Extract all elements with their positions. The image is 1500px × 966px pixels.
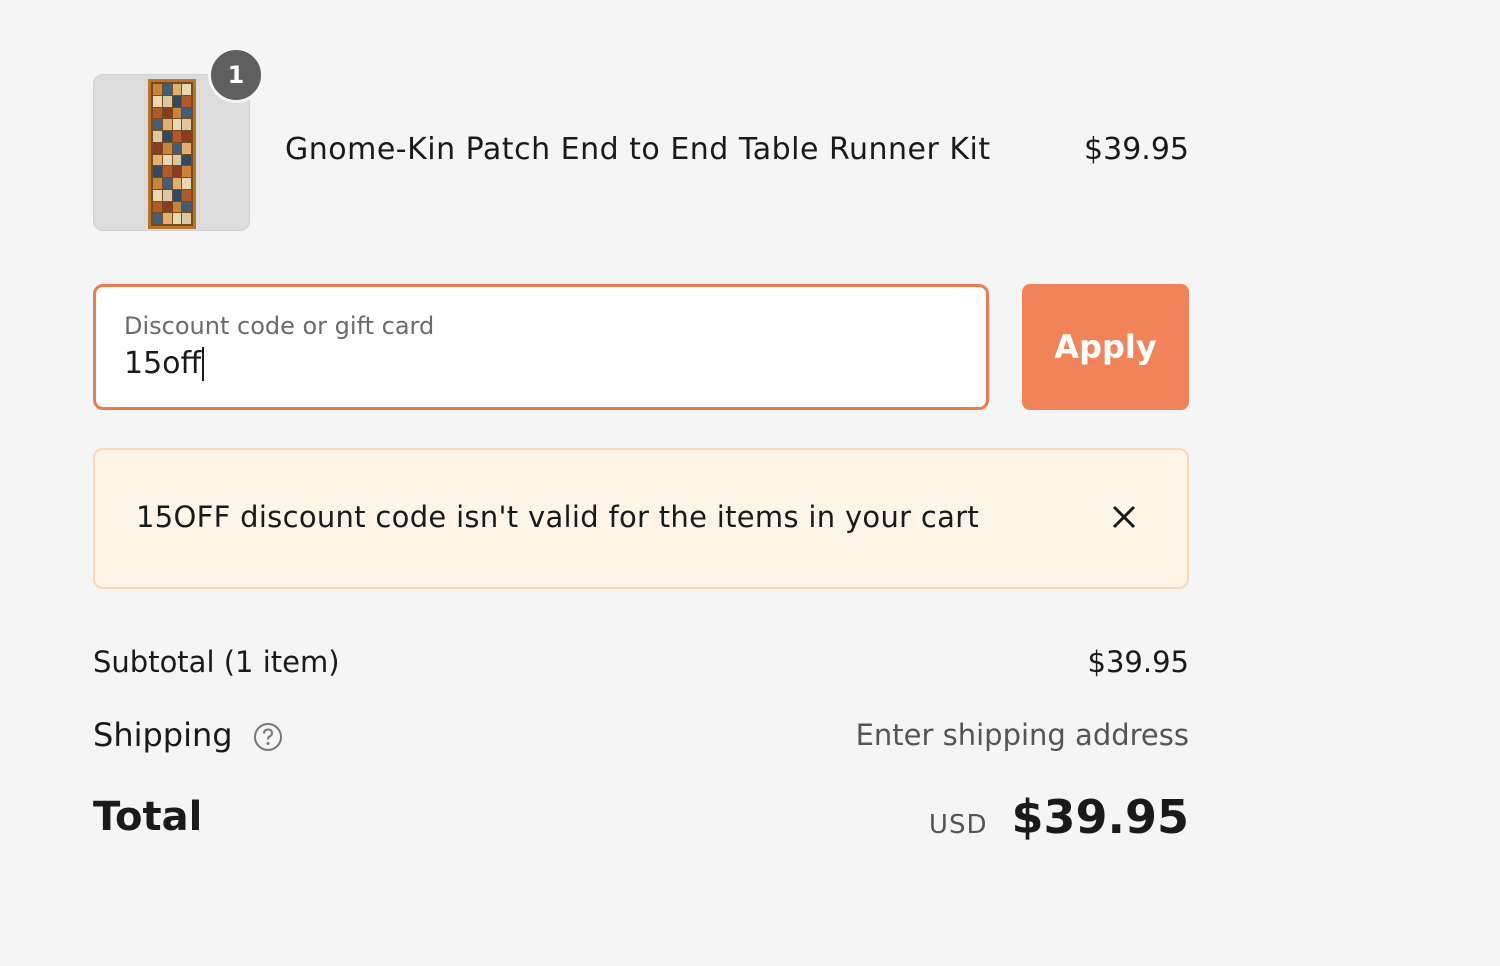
discount-error-banner: 15OFF discount code isn't valid for the … (93, 448, 1189, 589)
discount-code-field[interactable]: Discount code or gift card 15off (93, 284, 989, 410)
line-item: 1 Gnome-Kin Patch End to End Table Runne… (93, 47, 1189, 232)
error-message: 15OFF discount code isn't valid for the … (136, 500, 980, 534)
total-label: Total (93, 794, 203, 840)
table-runner-image (148, 79, 196, 229)
question-circle-icon[interactable] (253, 722, 283, 752)
shipping-label-group: Shipping (93, 716, 283, 754)
currency-code: USD (928, 810, 988, 840)
shipping-label: Shipping (93, 716, 233, 754)
order-summary: 1 Gnome-Kin Patch End to End Table Runne… (93, 0, 1189, 966)
subtotal-value: $39.95 (1087, 645, 1189, 679)
quantity-badge: 1 (208, 47, 264, 103)
total-amount-group: USD $39.95 (929, 790, 1189, 844)
product-title: Gnome-Kin Patch End to End Table Runner … (285, 132, 991, 167)
shipping-value: Enter shipping address (855, 718, 1189, 752)
discount-field-label: Discount code or gift card (124, 312, 435, 340)
discount-input[interactable]: 15off (124, 347, 205, 381)
apply-button[interactable]: Apply (1022, 284, 1189, 410)
total-amount: $39.95 (1011, 790, 1189, 844)
close-icon[interactable] (1107, 500, 1141, 534)
product-price: $39.95 (1084, 132, 1189, 167)
subtotal-label: Subtotal (1 item) (93, 645, 340, 679)
